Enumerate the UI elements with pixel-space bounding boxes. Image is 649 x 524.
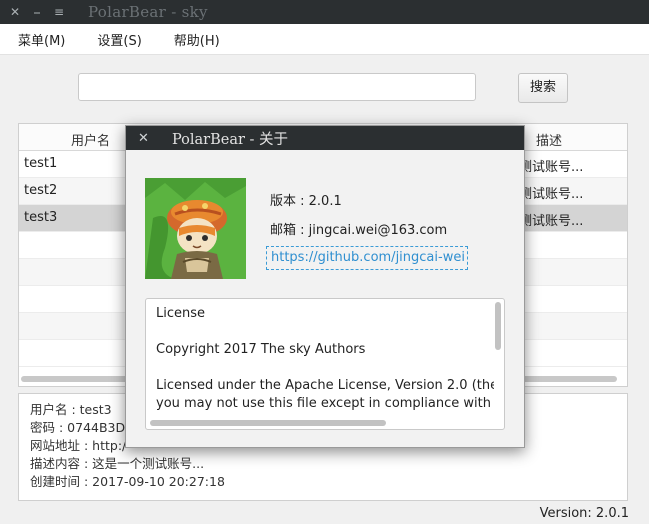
dialog-titlebar: ✕ PolarBear - 关于 [126,126,524,150]
cell-description: 测试账号... [519,187,584,202]
dialog-title: PolarBear - 关于 [172,131,289,148]
about-dialog: ✕ PolarBear - 关于 版本 : 2.0.1 邮箱 : jingcai… [125,125,525,448]
license-line: Licensed under the Apache License, Versi… [156,378,494,393]
menu-item-settings[interactable]: 设置(S) [97,30,141,49]
cell-username: test1 [24,156,58,171]
license-textarea[interactable]: License Copyright 2017 The sky Authors L… [145,298,505,430]
license-horizontal-scrollbar[interactable] [150,420,386,426]
window-title: PolarBear - sky [88,3,208,21]
license-line: you may not use this file except in comp… [156,396,494,411]
search-button[interactable]: 搜索 [518,73,568,103]
minimize-icon[interactable]: ⎯ [26,5,48,20]
close-icon[interactable]: ✕ [4,5,26,19]
license-line: License [156,306,206,321]
bear-avatar-illustration [145,178,246,279]
version-label: Version: 2.0.1 [539,506,629,521]
license-text: License Copyright 2017 The sky Authors L… [156,305,494,413]
dialog-close-icon[interactable]: ✕ [138,131,152,146]
detail-created-time: 创建时间 : 2017-09-10 20:27:18 [30,474,225,489]
version-info: 版本 : 2.0.1 [270,194,342,209]
column-header-description[interactable]: 描述 [536,130,562,149]
cell-description: 测试账号... [519,214,584,229]
window-titlebar: ✕ ⎯ ≡ PolarBear - sky [0,0,649,24]
column-header-username[interactable]: 用户名 [71,130,110,149]
cell-username: test2 [24,183,58,198]
license-vertical-scrollbar[interactable] [495,302,501,350]
app-logo-image [145,178,246,279]
window-menu-icon[interactable]: ≡ [48,5,70,19]
license-line: Copyright 2017 The sky Authors [156,342,366,357]
menu-item-menu[interactable]: 菜单(M) [18,30,65,49]
menu-item-help[interactable]: 帮助(H) [174,30,220,49]
search-input[interactable] [78,73,476,101]
license-line [156,359,494,377]
github-link[interactable]: https://github.com/jingcai-wei [266,246,468,270]
cell-username: test3 [24,210,58,225]
menubar: 菜单(M) 设置(S) 帮助(H) [0,24,649,55]
cell-description: 测试账号... [519,160,584,175]
email-info: 邮箱 : jingcai.wei@163.com [270,223,448,238]
detail-description: 描述内容 : 这是一个测试账号... [30,456,205,471]
license-line [156,323,494,341]
